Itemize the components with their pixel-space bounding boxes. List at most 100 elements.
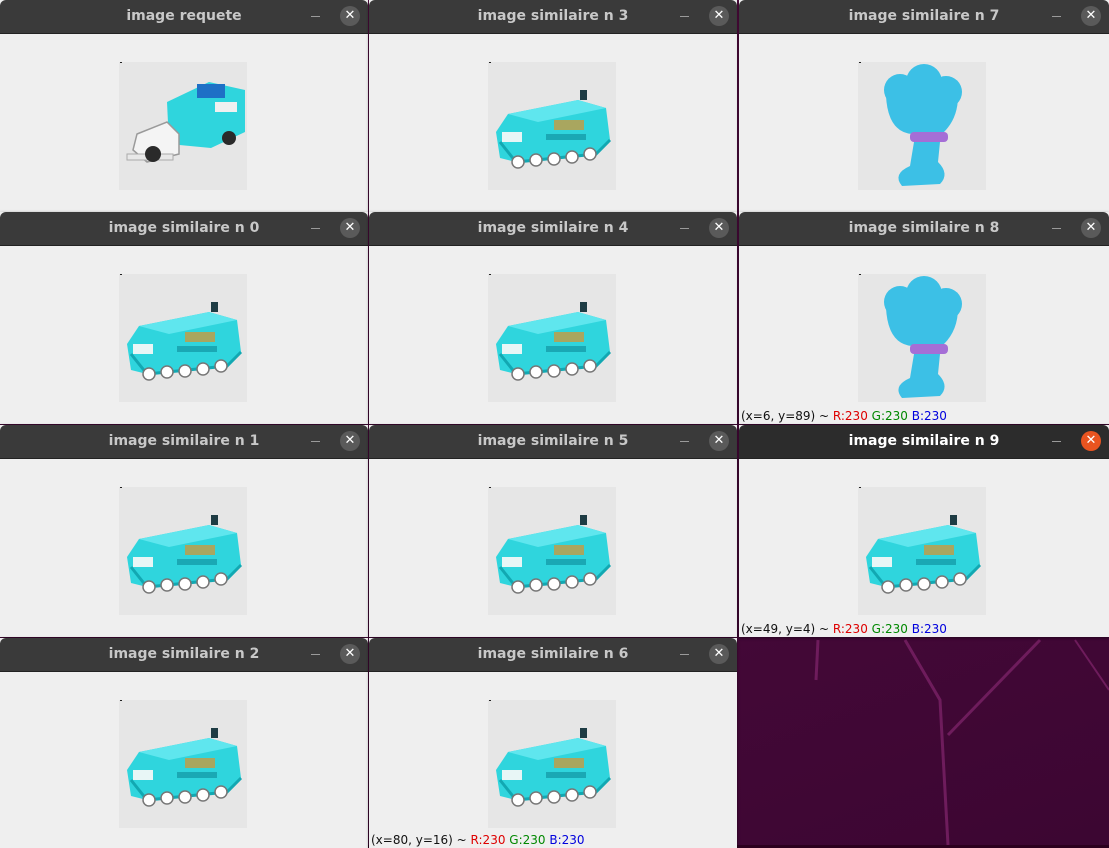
mascot-image (858, 274, 986, 402)
pixel-status-readout: (x=49, y=4) ~ R:230 G:230 B:230 (741, 621, 947, 637)
minimize-button[interactable]: – (306, 431, 326, 451)
close-button[interactable]: ✕ (709, 431, 729, 451)
image-thumbnail[interactable] (119, 487, 247, 615)
image-canvas[interactable]: (x=49, y=4) ~ R:230 G:230 B:230 (739, 459, 1109, 637)
image-thumbnail[interactable] (858, 487, 986, 615)
image-canvas[interactable] (0, 672, 368, 848)
image-thumbnail[interactable] (119, 274, 247, 402)
status-coords: (x=49, y=4) ~ (741, 622, 830, 636)
window-titlebar[interactable]: image similaire n 5 – ✕ (369, 425, 737, 459)
close-button[interactable]: ✕ (1081, 6, 1101, 26)
pixel-status-readout: (x=80, y=16) ~ R:230 G:230 B:230 (371, 832, 585, 848)
image-thumbnail[interactable] (858, 274, 986, 402)
image-canvas[interactable] (369, 34, 737, 212)
status-g: G:230 (871, 622, 908, 636)
image-canvas[interactable] (369, 246, 737, 424)
image-canvas[interactable] (0, 34, 368, 212)
image-window-4[interactable]: image similaire n 4 – ✕ (369, 212, 737, 424)
close-button[interactable]: ✕ (709, 6, 729, 26)
status-r: R:230 (832, 409, 868, 423)
close-icon: ✕ (713, 8, 725, 23)
window-titlebar[interactable]: image similaire n 7 – ✕ (739, 0, 1109, 34)
window-titlebar[interactable]: image similaire n 6 – ✕ (369, 638, 737, 672)
close-icon: ✕ (344, 220, 356, 235)
window-titlebar[interactable]: image similaire n 9 – ✕ (739, 425, 1109, 459)
image-canvas[interactable] (739, 34, 1109, 212)
close-icon: ✕ (713, 433, 725, 448)
pixel-marker (120, 274, 122, 275)
minimize-button[interactable]: – (1047, 6, 1067, 26)
pixel-marker (859, 274, 861, 275)
window-titlebar[interactable]: image similaire n 3 – ✕ (369, 0, 737, 34)
window-titlebar[interactable]: image requete – ✕ (0, 0, 368, 34)
image-thumbnail[interactable] (858, 62, 986, 190)
fire-truck-image (488, 62, 616, 190)
minimize-button[interactable]: – (1047, 218, 1067, 238)
close-button[interactable]: ✕ (709, 644, 729, 664)
window-titlebar[interactable]: image similaire n 0 – ✕ (0, 212, 368, 246)
image-thumbnail[interactable] (488, 274, 616, 402)
pixel-marker (859, 487, 861, 488)
image-window-9[interactable]: image similaire n 2 – ✕ (0, 638, 368, 848)
pixel-marker (489, 487, 491, 488)
image-canvas[interactable]: (x=80, y=16) ~ R:230 G:230 B:230 (369, 672, 737, 848)
window-titlebar[interactable]: image similaire n 2 – ✕ (0, 638, 368, 672)
image-window-5[interactable]: image similaire n 8 – ✕ (x=6, y=89) ~ R:… (739, 212, 1109, 424)
status-g: G:230 (871, 409, 908, 423)
pixel-marker (489, 62, 491, 63)
close-icon: ✕ (1085, 220, 1097, 235)
fire-truck-image (119, 274, 247, 402)
minimize-button[interactable]: – (306, 644, 326, 664)
image-canvas[interactable]: (x=6, y=89) ~ R:230 G:230 B:230 (739, 246, 1109, 424)
image-thumbnail[interactable] (119, 62, 247, 190)
close-icon: ✕ (344, 8, 356, 23)
image-thumbnail[interactable] (488, 62, 616, 190)
minimize-button[interactable]: – (306, 218, 326, 238)
window-titlebar[interactable]: image similaire n 4 – ✕ (369, 212, 737, 246)
image-canvas[interactable] (0, 459, 368, 637)
fire-truck-image (119, 700, 247, 828)
close-button[interactable]: ✕ (340, 644, 360, 664)
image-window-3[interactable]: image similaire n 0 – ✕ (0, 212, 368, 424)
window-titlebar[interactable]: image similaire n 1 – ✕ (0, 425, 368, 459)
mascot-image (858, 62, 986, 190)
vintage-truck-image (119, 62, 247, 190)
image-window-6[interactable]: image similaire n 1 – ✕ (0, 425, 368, 637)
image-canvas[interactable] (369, 459, 737, 637)
minimize-button[interactable]: – (675, 431, 695, 451)
minimize-button[interactable]: – (675, 6, 695, 26)
close-icon: ✕ (344, 646, 356, 661)
pixel-marker (120, 700, 122, 701)
close-button[interactable]: ✕ (709, 218, 729, 238)
image-thumbnail[interactable] (119, 700, 247, 828)
image-window-2[interactable]: image similaire n 7 – ✕ (739, 0, 1109, 212)
fire-truck-image (488, 487, 616, 615)
pixel-status-readout: (x=6, y=89) ~ R:230 G:230 B:230 (741, 408, 947, 424)
fire-truck-image (488, 700, 616, 828)
close-button[interactable]: ✕ (340, 431, 360, 451)
minimize-button[interactable]: – (1047, 431, 1067, 451)
image-thumbnail[interactable] (488, 700, 616, 828)
close-icon: ✕ (1085, 8, 1097, 23)
close-button[interactable]: ✕ (340, 218, 360, 238)
status-coords: (x=6, y=89) ~ (741, 409, 830, 423)
image-window-1[interactable]: image similaire n 3 – ✕ (369, 0, 737, 212)
close-icon: ✕ (1085, 433, 1097, 448)
status-r: R:230 (832, 622, 868, 636)
close-button[interactable]: ✕ (340, 6, 360, 26)
image-thumbnail[interactable] (488, 487, 616, 615)
close-icon: ✕ (713, 646, 725, 661)
image-window-0[interactable]: image requete – ✕ (0, 0, 368, 212)
window-titlebar[interactable]: image similaire n 8 – ✕ (739, 212, 1109, 246)
image-canvas[interactable] (0, 246, 368, 424)
minimize-button[interactable]: – (675, 644, 695, 664)
minimize-button[interactable]: – (306, 6, 326, 26)
image-window-8[interactable]: image similaire n 9 – ✕ (x=49, y=4) ~ R:… (739, 425, 1109, 637)
image-window-7[interactable]: image similaire n 5 – ✕ (369, 425, 737, 637)
image-window-10[interactable]: image similaire n 6 – ✕ (x=80, y=16) ~ R… (369, 638, 737, 848)
pixel-marker (120, 487, 122, 488)
fire-truck-image (488, 274, 616, 402)
close-button[interactable]: ✕ (1081, 431, 1101, 451)
minimize-button[interactable]: – (675, 218, 695, 238)
close-button[interactable]: ✕ (1081, 218, 1101, 238)
